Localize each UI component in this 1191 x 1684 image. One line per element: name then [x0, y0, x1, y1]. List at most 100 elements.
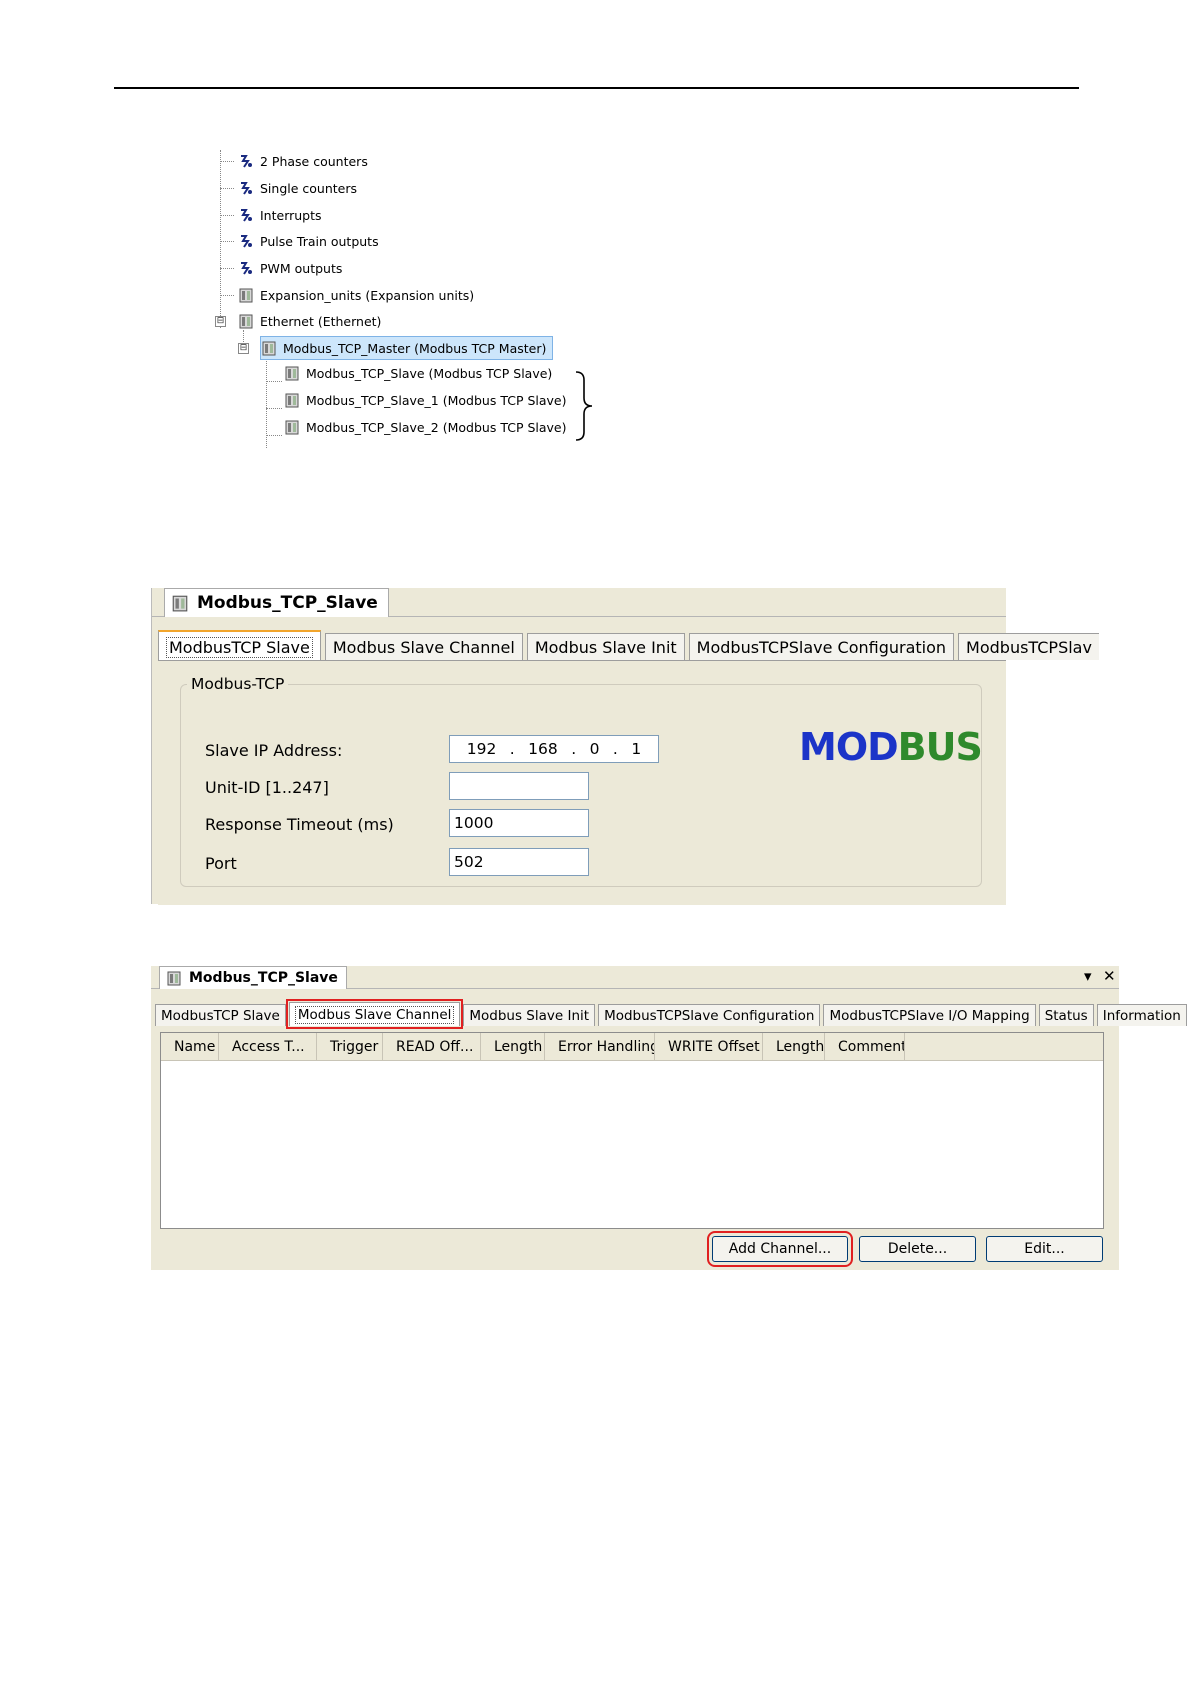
tree-connector: [266, 408, 282, 409]
port-input[interactable]: 502: [449, 848, 589, 876]
add-channel-button[interactable]: Add Channel...: [707, 1231, 853, 1267]
config-tabs: ModbusTCP Slave Modbus Slave Channel Mod…: [155, 999, 1190, 1029]
column-header-length-2[interactable]: Length: [763, 1033, 825, 1060]
editor-title: Modbus_TCP_Slave: [189, 970, 338, 986]
tree-item-label: Modbus_TCP_Slave (Modbus TCP Slave): [306, 365, 553, 381]
slave-channel-panel: Modbus_TCP_Slave ▾ ✕ ModbusTCP Slave Mod…: [151, 966, 1187, 1270]
dropdown-icon[interactable]: ▾: [1084, 967, 1092, 985]
column-header-length[interactable]: Length: [481, 1033, 545, 1060]
editor-tab-modbus-tcp-slave[interactable]: Modbus_TCP_Slave: [159, 966, 347, 989]
response-timeout-input[interactable]: 1000: [449, 809, 589, 837]
column-header-read-offset[interactable]: READ Off...: [383, 1033, 481, 1060]
tree-item-label: Pulse Train outputs: [260, 233, 379, 249]
table-header: Name Access T... Trigger READ Off... Len…: [161, 1033, 1103, 1061]
tab-modbus-slave-init[interactable]: Modbus Slave Init: [526, 633, 685, 660]
tab-modbustcp-slave[interactable]: ModbusTCP Slave: [158, 630, 321, 662]
close-icon[interactable]: ✕: [1103, 967, 1116, 985]
device-icon: [239, 288, 253, 303]
unit-id-input[interactable]: [449, 772, 589, 800]
delete-button[interactable]: Delete...: [859, 1236, 976, 1262]
counter-icon: [241, 262, 252, 275]
tree-item-label: Interrupts: [260, 207, 322, 223]
slave-ip-label: Slave IP Address:: [205, 741, 343, 760]
tab-modbustcp-slave[interactable]: ModbusTCP Slave: [155, 1004, 286, 1026]
tree-item-pulse-train-outputs[interactable]: Pulse Train outputs: [238, 230, 379, 252]
tree-connector: [220, 188, 234, 189]
channel-table[interactable]: Name Access T... Trigger READ Off... Len…: [160, 1032, 1104, 1229]
tree-item-ethernet[interactable]: Ethernet (Ethernet): [238, 310, 381, 332]
ip-octet-1: 192: [466, 740, 497, 758]
response-timeout-label: Response Timeout (ms): [205, 815, 394, 834]
modbus-logo: MODBUS: [799, 725, 983, 769]
tab-label: Modbus Slave Init: [469, 1007, 590, 1024]
tab-label: ModbusTCP Slave: [166, 636, 313, 658]
tab-modbus-slave-channel[interactable]: Modbus Slave Channel: [324, 633, 523, 660]
device-icon: [285, 420, 299, 435]
tab-modbus-slave-init[interactable]: Modbus Slave Init: [463, 1004, 596, 1026]
tree-item-pwm-outputs[interactable]: PWM outputs: [238, 257, 342, 279]
unit-id-label: Unit-ID [1..247]: [205, 778, 329, 797]
tree-item-single-counters[interactable]: Single counters: [238, 177, 357, 199]
column-header-name[interactable]: Name: [161, 1033, 219, 1060]
tree-item-label: Expansion_units (Expansion units): [260, 287, 475, 303]
column-header-write-offset[interactable]: WRITE Offset: [655, 1033, 763, 1060]
tab-modbustcpslave-truncated[interactable]: ModbusTCPSlav: [958, 633, 1099, 660]
column-header-trigger[interactable]: Trigger: [317, 1033, 383, 1060]
tab-label: Status: [1044, 1007, 1088, 1024]
tab-modbus-slave-channel[interactable]: Modbus Slave Channel: [285, 999, 464, 1029]
editor-titlebar: Modbus_TCP_Slave: [152, 588, 1006, 617]
tab-label: ModbusTCPSlave I/O Mapping: [829, 1007, 1030, 1024]
tab-modbustcpslave-io-mapping[interactable]: ModbusTCPSlave I/O Mapping: [823, 1004, 1036, 1026]
device-icon: [262, 341, 276, 356]
editor-title: Modbus_TCP_Slave: [197, 593, 378, 613]
column-header-access-type[interactable]: Access T...: [219, 1033, 317, 1060]
tab-label: ModbusTCPSlave Configuration: [696, 637, 947, 657]
logo-part-blue: MOD: [799, 725, 899, 769]
ip-octet-4: 1: [631, 740, 642, 758]
tree-connector: [220, 295, 234, 296]
slave-ip-input[interactable]: 192. 168. 0. 1: [449, 735, 659, 763]
page-header-rule: [114, 87, 1079, 89]
collapse-modbus-master-toggle[interactable]: ⊟: [238, 343, 249, 354]
device-tree: 2 Phase counters Single counters Interru…: [210, 150, 630, 448]
tab-modbustcpslave-configuration[interactable]: ModbusTCPSlave Configuration: [598, 1004, 821, 1026]
tree-item-modbus-tcp-slave-1[interactable]: Modbus_TCP_Slave_1 (Modbus TCP Slave): [284, 389, 567, 411]
tree-item-label: Modbus_TCP_Master (Modbus TCP Master): [283, 340, 547, 356]
column-header-comment[interactable]: Comment: [825, 1033, 905, 1060]
tab-label: Modbus Slave Init: [534, 637, 677, 657]
tree-item-label: 2 Phase counters: [260, 153, 368, 169]
tab-label: ModbusTCPSlave Configuration: [604, 1007, 815, 1024]
tree-connector: [220, 241, 234, 242]
tree-item-modbus-tcp-master[interactable]: Modbus_TCP_Master (Modbus TCP Master): [260, 336, 554, 360]
tree-item-modbus-tcp-slave-2[interactable]: Modbus_TCP_Slave_2 (Modbus TCP Slave): [284, 416, 567, 438]
tree-item-expansion-units[interactable]: Expansion_units (Expansion units): [238, 284, 474, 306]
collapse-ethernet-toggle[interactable]: ⊟: [215, 316, 226, 327]
ip-dot: .: [571, 740, 577, 758]
tab-status[interactable]: Status: [1038, 1004, 1094, 1026]
tab-label: Modbus Slave Channel: [332, 637, 515, 657]
tree-guide: [220, 150, 221, 328]
ip-dot: .: [509, 740, 515, 758]
tree-item-label: Modbus_TCP_Slave_1 (Modbus TCP Slave): [306, 392, 567, 408]
modbus-tcp-group: Modbus-TCP MODBUS Slave IP Address: 192.…: [180, 675, 983, 887]
editor-titlebar: Modbus_TCP_Slave ▾ ✕: [151, 966, 1119, 989]
tab-content: Modbus-TCP MODBUS Slave IP Address: 192.…: [158, 660, 1006, 905]
tree-connector: [266, 381, 282, 382]
counter-icon: [241, 209, 252, 222]
counter-icon: [241, 182, 252, 195]
tab-modbustcpslave-configuration[interactable]: ModbusTCPSlave Configuration: [688, 633, 955, 660]
editor-tab-modbus-tcp-slave[interactable]: Modbus_TCP_Slave: [164, 588, 389, 617]
group-title: Modbus-TCP: [191, 675, 285, 693]
column-header-error-handling[interactable]: Error Handling: [545, 1033, 655, 1060]
tree-item-interrupts[interactable]: Interrupts: [238, 204, 322, 226]
edit-button[interactable]: Edit...: [986, 1236, 1103, 1262]
tab-label: Information: [1102, 1007, 1181, 1024]
device-icon: [285, 393, 299, 408]
tab-label: Modbus Slave Channel: [294, 1005, 455, 1024]
ip-octet-3: 0: [589, 740, 600, 758]
tree-item-2-phase-counters[interactable]: 2 Phase counters: [238, 150, 368, 172]
slave-config-panel: Modbus_TCP_Slave ModbusTCP Slave Modbus …: [151, 588, 1099, 905]
tab-label: ModbusTCP Slave: [161, 1007, 280, 1024]
tab-information[interactable]: Information: [1096, 1004, 1187, 1026]
tree-item-modbus-tcp-slave[interactable]: Modbus_TCP_Slave (Modbus TCP Slave): [284, 362, 552, 384]
